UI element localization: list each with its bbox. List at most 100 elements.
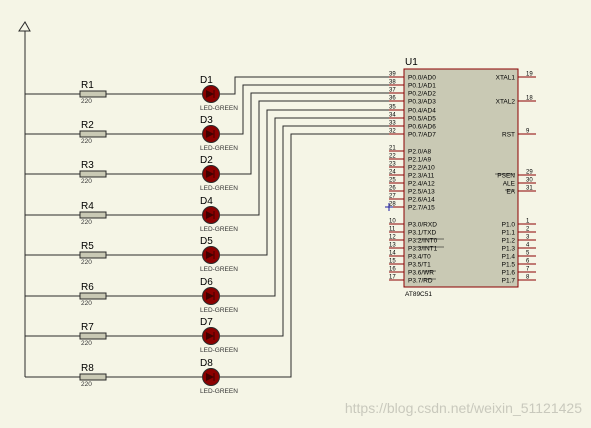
power-terminal[interactable] — [18, 21, 31, 377]
pin-label: ALE — [503, 180, 516, 187]
pin-label: P2.0/A8 — [408, 148, 432, 155]
pin-label: P2.5/A13 — [408, 188, 435, 195]
led-ref: D2 — [200, 155, 213, 166]
pin-label: P2.4/A12 — [408, 180, 435, 187]
resistor[interactable] — [79, 90, 107, 98]
pin-label: P0.4/AD4 — [408, 107, 436, 114]
pin-label: P3.0/RXD — [408, 221, 437, 228]
pin-label: EA — [506, 188, 515, 195]
pin-number: 38 — [389, 80, 396, 86]
pin-label: P3.1/TXD — [408, 229, 436, 236]
pin-label: PSEN — [497, 172, 515, 179]
resistor-ref: R8 — [81, 363, 94, 374]
pin-label: P3.5/T1 — [408, 261, 431, 268]
pin-label: XTAL2 — [496, 98, 516, 105]
p0-wire — [220, 117, 389, 297]
pin-number: 27 — [389, 194, 396, 200]
resistor-value: 220 — [81, 300, 92, 307]
p0-wire — [220, 109, 389, 256]
resistor[interactable] — [79, 130, 107, 138]
pin-number: 15 — [389, 259, 396, 265]
pin-number: 18 — [526, 96, 533, 102]
led-rows: R1 220 D1 LED-GREEN R2 220 D3 LED-GREEN R3 220 D2 L… — [25, 75, 389, 395]
resistor-value: 220 — [81, 138, 92, 145]
resistor-ref: R3 — [81, 160, 94, 171]
pin-label: P1.3 — [502, 245, 516, 252]
pin-number: 25 — [389, 178, 396, 184]
pin-number: 12 — [389, 235, 396, 241]
pin-number: 21 — [389, 146, 396, 152]
pin-number: 32 — [389, 129, 396, 135]
schematic-canvas: R1 220 D1 LED-GREEN R2 220 D3 LED-GREEN R3 220 D2 L… — [18, 21, 582, 416]
led-value: LED-GREEN — [200, 347, 238, 354]
resistor-ref: R1 — [81, 80, 94, 91]
resistor-value: 220 — [81, 98, 92, 105]
led-value: LED-GREEN — [200, 307, 238, 314]
pin-number: 14 — [389, 251, 396, 257]
chip-part: AT89C51 — [405, 291, 432, 298]
pin-label: P0.0/AD0 — [408, 74, 436, 81]
pin-label: P3.3/INT1 — [408, 245, 438, 252]
resistor[interactable] — [79, 373, 107, 381]
pin-label: XTAL1 — [496, 74, 516, 81]
pin-number: 17 — [389, 275, 396, 281]
p0-wire — [220, 125, 389, 337]
resistor-value: 220 — [81, 381, 92, 388]
microcontroller-u1[interactable]: U1 AT89C51 39 P0.0/AD0 38 P0.1/AD1 37 P0.2/AD… — [389, 57, 536, 298]
resistor[interactable] — [79, 251, 107, 259]
pin-number: 36 — [389, 96, 396, 102]
resistor[interactable] — [79, 332, 107, 340]
led-ref: D1 — [200, 75, 213, 86]
pin-label: P3.4/T0 — [408, 253, 431, 260]
pin-number: 39 — [389, 72, 396, 78]
watermark: https://blog.csdn.net/weixin_51121425 — [345, 400, 582, 416]
pin-label: P0.1/AD1 — [408, 82, 436, 89]
resistor[interactable] — [79, 211, 107, 219]
pin-number: 37 — [389, 88, 396, 94]
resistor-value: 220 — [81, 340, 92, 347]
pin-number: 33 — [389, 121, 396, 127]
pin-label: P2.1/A9 — [408, 156, 432, 163]
pin-label: P0.5/AD5 — [408, 115, 436, 122]
resistor-value: 220 — [81, 259, 92, 266]
pin-number: 35 — [389, 105, 396, 111]
pin-label: P2.3/A11 — [408, 172, 435, 179]
pin-label: RST — [502, 131, 515, 138]
pin-label: P1.4 — [502, 253, 516, 260]
led-ref: D6 — [200, 277, 213, 288]
resistor[interactable] — [79, 170, 107, 178]
pin-number: 19 — [526, 72, 533, 78]
pin-label: P1.6 — [502, 269, 516, 276]
resistor-ref: R6 — [81, 282, 94, 293]
pin-label: P3.6/WR — [408, 269, 434, 276]
pin-label: P0.6/AD6 — [408, 123, 436, 130]
led-value: LED-GREEN — [200, 185, 238, 192]
pin-label: P1.0 — [502, 221, 516, 228]
pin-number: 29 — [526, 170, 533, 176]
resistor[interactable] — [79, 292, 107, 300]
led-ref: D4 — [200, 196, 213, 207]
pin-number: 26 — [389, 186, 396, 192]
chip-ref: U1 — [405, 57, 418, 68]
pin-number: 16 — [389, 267, 396, 273]
led-value: LED-GREEN — [200, 266, 238, 273]
pin-label: P2.6/A14 — [408, 196, 435, 203]
led-ref: D3 — [200, 115, 213, 126]
pin-label: P1.2 — [502, 237, 516, 244]
pin-label: P3.7/RD — [408, 277, 433, 284]
pin-label: P1.7 — [502, 277, 516, 284]
pin-label: P0.7/AD7 — [408, 131, 436, 138]
pin-number: 23 — [389, 162, 396, 168]
pin-label: P0.3/AD3 — [408, 98, 436, 105]
resistor-ref: R5 — [81, 241, 94, 252]
resistor-value: 220 — [81, 178, 92, 185]
pin-label: P2.2/A10 — [408, 164, 435, 171]
pin-number: 30 — [526, 178, 533, 184]
led-value: LED-GREEN — [200, 105, 238, 112]
pin-number: 10 — [389, 219, 396, 225]
pin-label: P3.2/INT0 — [408, 237, 438, 244]
led-ref: D8 — [200, 358, 213, 369]
pin-number: 13 — [389, 243, 396, 249]
led-ref: D5 — [200, 236, 213, 247]
resistor-ref: R4 — [81, 201, 94, 212]
